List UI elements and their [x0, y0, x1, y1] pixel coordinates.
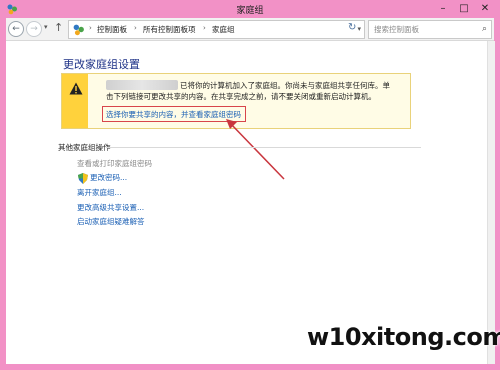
- other-actions-title: 其他家庭组操作: [58, 143, 111, 152]
- recent-locations-chevron-icon[interactable]: ▾: [44, 23, 48, 31]
- warning-stripe: [62, 74, 88, 128]
- warning-icon: [69, 82, 83, 95]
- search-box[interactable]: 搜索控制面板 ⌕: [368, 20, 492, 39]
- refresh-icon[interactable]: ↻: [348, 22, 356, 33]
- breadcrumb-separator-icon[interactable]: ›: [89, 24, 92, 32]
- annotation-arrow: [226, 119, 285, 180]
- search-input[interactable]: 搜索控制面板: [374, 24, 419, 35]
- window-title: 家庭组: [236, 6, 264, 16]
- section-divider: [106, 147, 421, 148]
- close-button[interactable]: ✕: [476, 2, 494, 16]
- view-print-password-link: 查看或打印家庭组密码: [77, 159, 152, 168]
- breadcrumb-separator-icon[interactable]: ›: [134, 24, 137, 32]
- scrollbar[interactable]: [487, 41, 495, 364]
- maximize-button[interactable]: □: [455, 2, 473, 16]
- minimize-button[interactable]: –: [434, 2, 452, 16]
- shield-icon: [78, 173, 88, 184]
- up-button[interactable]: ↑: [54, 21, 63, 34]
- search-icon[interactable]: ⌕: [482, 24, 487, 34]
- change-password-link[interactable]: 更改密码...: [90, 172, 127, 183]
- window: 家庭组 – □ ✕ ← → ▾ ↑ › 控制面板 › 所有控制面板项 › 家庭组…: [0, 0, 500, 370]
- breadcrumb-separator-icon[interactable]: ›: [203, 24, 206, 32]
- warning-text-line2: 击下列链接可更改共享的内容。在共享完成之前，请不要关闭或重新启动计算机。: [106, 92, 376, 101]
- breadcrumb-all-items[interactable]: 所有控制面板项: [143, 24, 196, 35]
- forward-button[interactable]: →: [26, 21, 42, 37]
- back-button[interactable]: ←: [8, 21, 24, 37]
- address-dropdown-icon[interactable]: ▾: [357, 25, 361, 33]
- leave-homegroup-link[interactable]: 离开家庭组...: [77, 187, 122, 198]
- title-bar[interactable]: 家庭组 – □ ✕: [0, 0, 500, 18]
- blurred-computer-name: [106, 80, 178, 90]
- address-bar[interactable]: › 控制面板 › 所有控制面板项 › 家庭组 ▾: [68, 20, 365, 39]
- navigation-bar: ← → ▾ ↑ › 控制面板 › 所有控制面板项 › 家庭组 ▾ ↻ 搜索控制面…: [6, 18, 494, 41]
- troubleshooter-link[interactable]: 启动家庭组疑难解答: [77, 216, 145, 227]
- page-title: 更改家庭组设置: [63, 58, 140, 71]
- breadcrumb-homegroup[interactable]: 家庭组: [212, 24, 235, 35]
- advanced-sharing-link[interactable]: 更改高级共享设置...: [77, 202, 144, 213]
- warning-text-line1: 已将你的计算机加入了家庭组。你尚未与家庭组共享任何库。单: [180, 81, 390, 90]
- watermark: w10xitong.com: [307, 323, 500, 351]
- homegroup-icon: [73, 24, 84, 36]
- breadcrumb-control-panel[interactable]: 控制面板: [97, 24, 127, 35]
